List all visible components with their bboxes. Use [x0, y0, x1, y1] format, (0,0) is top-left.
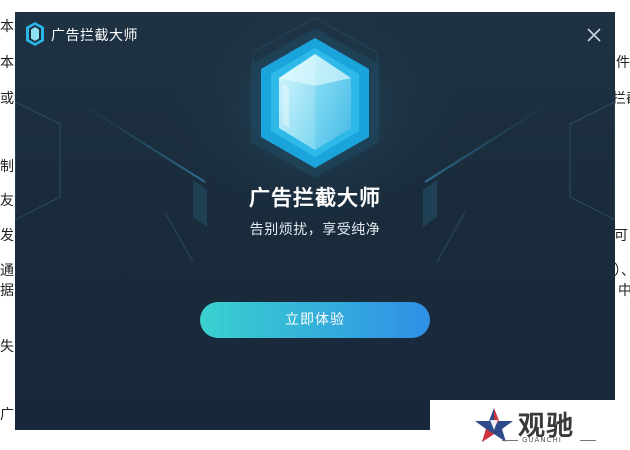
- background-line-right: 中: [618, 283, 630, 299]
- background-line: 广: [0, 407, 14, 423]
- background-line-right: ）、: [614, 263, 630, 279]
- background-line: 失: [0, 339, 14, 355]
- background-line-right: 可: [614, 228, 628, 244]
- ad-blocker-dialog: 广告拦截大师 广告拦截大师 告别烦扰，享受纯净 立即体验: [15, 12, 615, 430]
- background-line: 发: [0, 228, 14, 244]
- background-line: 通: [0, 263, 14, 279]
- try-now-button[interactable]: 立即体验: [200, 302, 430, 338]
- product-title: 广告拦截大师: [249, 186, 381, 210]
- window-title: 广告拦截大师: [51, 28, 138, 44]
- close-icon[interactable]: [583, 24, 605, 46]
- background-top-text-strip: [0, 0, 630, 8]
- watermark-rule-left: [502, 440, 518, 441]
- background-line: 制: [0, 159, 14, 175]
- watermark-logo: 观驰 GUANCHI: [430, 400, 630, 450]
- star-logo-icon: [475, 408, 513, 442]
- watermark-subtext: GUANCHI: [522, 436, 562, 444]
- shield-icon: [251, 28, 379, 178]
- background-line-right: 件: [616, 55, 630, 71]
- shield-logo-icon: [26, 22, 44, 46]
- background-line: 据: [0, 283, 14, 299]
- watermark-rule-right: [580, 440, 596, 441]
- product-subtitle: 告别烦扰，享受纯净: [249, 222, 381, 238]
